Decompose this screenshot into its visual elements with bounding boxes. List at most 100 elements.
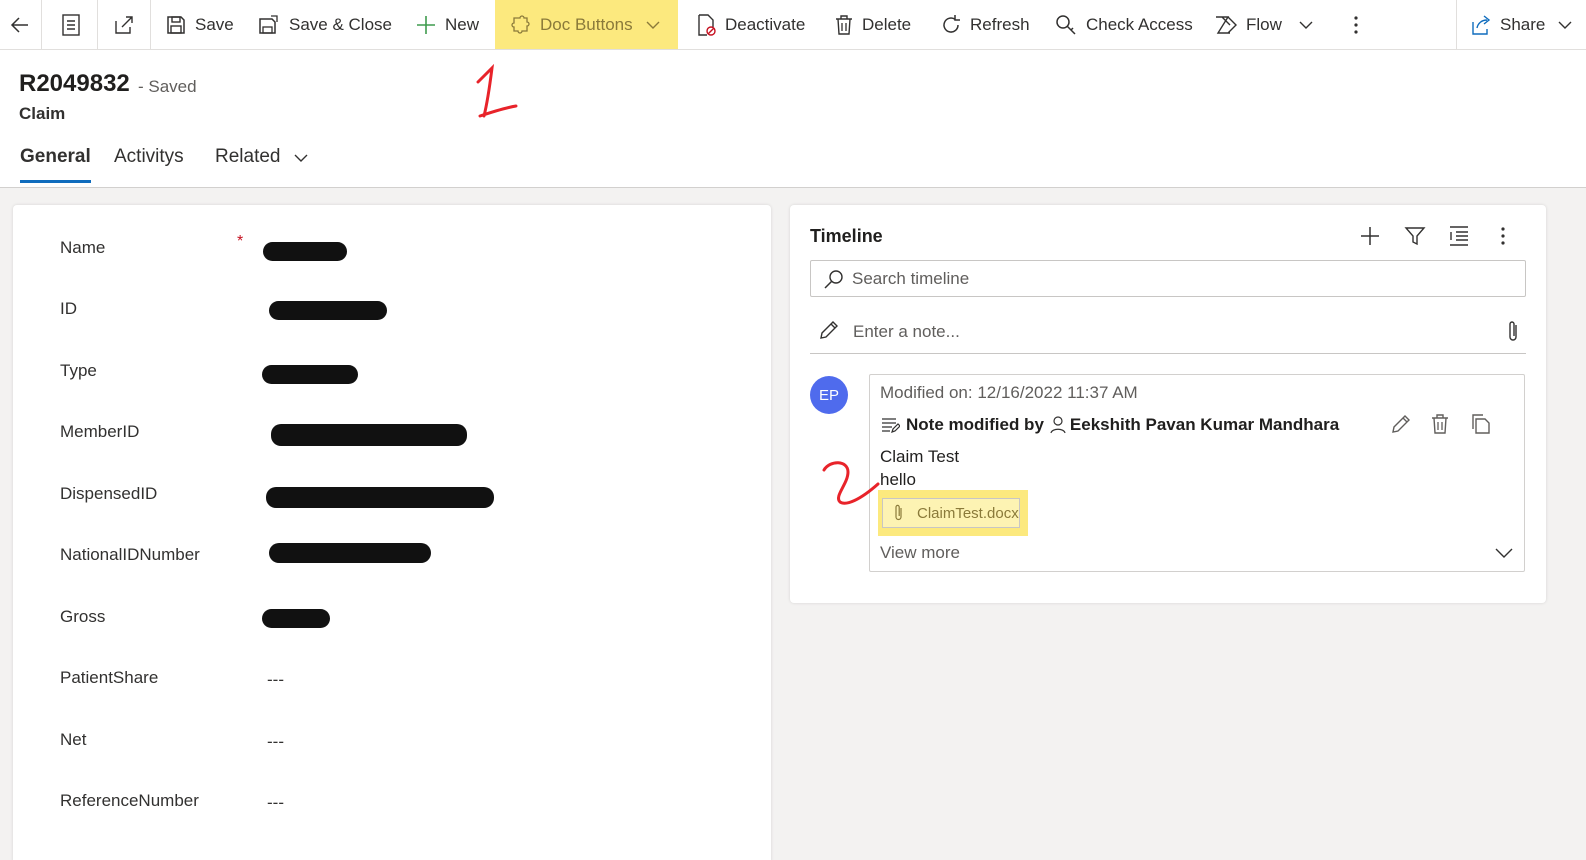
field-label: Type [60, 361, 97, 380]
deactivate-icon [698, 13, 716, 36]
more-commands-button[interactable] [1348, 0, 1364, 49]
field-name: Name * [13, 233, 771, 278]
record-save-status: - Saved [138, 77, 197, 96]
save-close-button[interactable]: Save & Close [257, 0, 392, 49]
timeline-title: Timeline [810, 226, 883, 246]
handwritten-annotation-one [476, 63, 518, 118]
field-label: Name [60, 238, 106, 257]
pencil-icon [1392, 415, 1410, 433]
timeline-more-button[interactable] [1495, 225, 1511, 252]
new-button[interactable]: New [415, 0, 479, 49]
delete-button[interactable]: Delete [834, 0, 911, 49]
more-vertical-icon [1501, 227, 1505, 245]
copy-icon [1472, 414, 1490, 434]
avatar[interactable]: EP [810, 376, 848, 414]
note-modified-date: Modified on: 12/16/2022 11:37 AM [880, 383, 1138, 402]
note-input[interactable] [853, 319, 1453, 345]
edit-note-button[interactable] [1390, 413, 1412, 440]
timeline-panel: Timeline EP Modified on: 12/16/2022 11:3… [790, 205, 1546, 603]
doc-buttons-dropdown[interactable]: Doc Buttons [495, 0, 678, 49]
attachment-chip[interactable]: ClaimTest.docx [882, 498, 1020, 528]
delete-note-button[interactable] [1430, 413, 1450, 440]
field-label: NationalIDNumber [60, 545, 200, 564]
field-label: ReferenceNumber [60, 791, 199, 810]
required-indicator: * [237, 233, 244, 250]
redacted-value[interactable] [269, 543, 431, 563]
deactivate-button[interactable]: Deactivate [695, 0, 805, 49]
flow-label: Flow [1246, 14, 1282, 34]
timeline-filter-button[interactable] [1404, 225, 1426, 252]
note-body: hello [880, 470, 916, 489]
record-header: R2049832 - Saved Claim General Activitys… [0, 50, 1586, 188]
form-view-button[interactable] [60, 0, 82, 49]
field-value[interactable]: --- [267, 793, 284, 813]
redacted-value[interactable] [262, 365, 358, 384]
refresh-label: Refresh [970, 14, 1030, 34]
check-access-label: Check Access [1086, 14, 1193, 34]
redacted-value[interactable] [269, 301, 387, 320]
chevron-down-icon [1299, 21, 1313, 29]
flow-dropdown[interactable]: Flow [1214, 0, 1314, 49]
note-author-link[interactable]: Eekshith Pavan Kumar Mandhara [1070, 415, 1339, 435]
check-access-button[interactable]: Check Access [1054, 0, 1193, 49]
key-search-icon [1056, 14, 1076, 35]
open-new-window-button[interactable] [112, 0, 136, 49]
redacted-value[interactable] [271, 424, 467, 446]
note-subject: Claim Test [880, 447, 960, 466]
search-icon [824, 270, 843, 289]
field-type: Type [13, 361, 771, 401]
timeline-note-card[interactable]: Modified on: 12/16/2022 11:37 AM Note mo… [869, 374, 1525, 572]
tab-general[interactable]: General [20, 146, 91, 186]
field-dispensedid: DispensedID [13, 484, 771, 524]
person-icon [1050, 416, 1066, 434]
attachment-filename: ClaimTest.docx [917, 504, 1019, 522]
chevron-down-icon[interactable] [1494, 545, 1514, 561]
chevron-down-icon [1558, 21, 1572, 29]
tab-activitys-label: Activitys [114, 146, 184, 167]
new-label: New [445, 14, 480, 34]
record-entity-name: Claim [19, 104, 66, 123]
chevron-down-icon [294, 154, 307, 162]
share-label: Share [1500, 14, 1546, 34]
timeline-note-composer [810, 311, 1526, 354]
back-button[interactable] [8, 0, 32, 49]
deactivate-label: Deactivate [725, 14, 806, 34]
refresh-button[interactable]: Refresh [940, 0, 1030, 49]
note-header: Note modified by Eekshith Pavan Kumar Ma… [880, 415, 1339, 435]
back-arrow-icon [10, 16, 28, 33]
command-bar: Save Save & Close New Doc Buttons Deacti… [0, 0, 1586, 50]
field-label: Net [60, 730, 87, 749]
field-gross: Gross [13, 607, 771, 647]
timeline-add-button[interactable] [1359, 225, 1381, 252]
redacted-value[interactable] [266, 487, 494, 508]
field-id: ID [13, 299, 771, 339]
field-nationalidnumber: NationalIDNumber [13, 543, 771, 585]
redacted-value[interactable] [263, 242, 347, 261]
note-icon [882, 418, 900, 433]
paperclip-icon[interactable] [1505, 319, 1521, 343]
list-expand-icon [1450, 226, 1468, 246]
handwritten-annotation-two [822, 461, 880, 505]
trash-icon [1432, 414, 1448, 434]
timeline-expand-button[interactable] [1448, 225, 1470, 252]
field-label: ID [60, 299, 77, 318]
save-button[interactable]: Save [165, 0, 234, 49]
refresh-icon [943, 14, 960, 33]
view-more-link[interactable]: View more [880, 543, 960, 563]
field-value[interactable]: --- [267, 670, 284, 690]
pencil-icon [820, 321, 838, 339]
share-dropdown[interactable]: Share [1470, 0, 1573, 49]
avatar-initials: EP [818, 386, 839, 404]
timeline-search-input[interactable] [852, 266, 1502, 292]
doc-buttons-label: Doc Buttons [540, 14, 633, 34]
redacted-value[interactable] [262, 609, 330, 628]
tab-related[interactable]: Related [215, 146, 309, 186]
copy-note-button[interactable] [1470, 413, 1492, 440]
filter-icon [1404, 227, 1426, 246]
tab-activitys[interactable]: Activitys [114, 146, 184, 186]
save-icon [167, 15, 185, 34]
open-window-icon [115, 15, 133, 34]
note-action-text: Note modified by [906, 415, 1044, 434]
delete-label: Delete [862, 14, 912, 34]
field-value[interactable]: --- [267, 732, 284, 752]
